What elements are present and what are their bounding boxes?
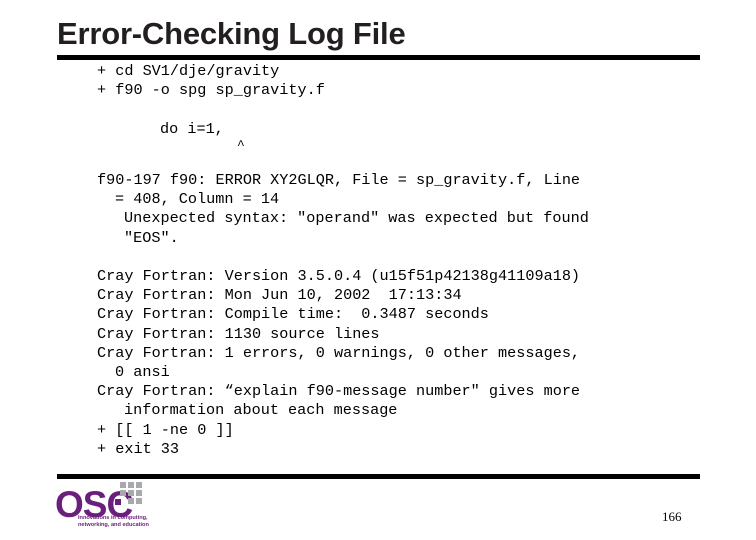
log-line: Cray Fortran: Compile time: 0.3487 secon… — [97, 305, 489, 324]
log-blank-line — [97, 100, 707, 119]
log-line: Cray Fortran: 1130 source lines — [97, 324, 380, 343]
log-line: 0 ansi — [115, 363, 170, 381]
log-line: "EOS". — [124, 228, 179, 247]
log-line: + f90 -o spg sp_gravity.f — [97, 81, 325, 100]
log-blank-line — [97, 152, 707, 171]
log-line: = 408, Column = 14 — [115, 190, 280, 209]
title-divider-rule — [57, 55, 700, 60]
log-line: + [[ 1 -ne 0 ]] — [97, 420, 234, 439]
log-line: Cray Fortran: Version 3.5.0.4 (u15f51p42… — [97, 266, 581, 285]
footer-divider-rule — [57, 474, 700, 479]
error-caret-marker: ^ — [237, 137, 245, 153]
page-title: Error-Checking Log File — [57, 16, 406, 51]
log-line: Cray Fortran: Mon Jun 10, 2002 17:13:34 — [97, 286, 462, 305]
log-line: + cd SV1/dje/gravity — [97, 62, 280, 80]
osc-logo: OSC Innovations in computing, networking… — [55, 482, 215, 534]
log-line: Cray Fortran: “explain f90-message numbe… — [97, 382, 581, 401]
log-line: Cray Fortran: 1 errors, 0 warnings, 0 ot… — [97, 343, 581, 362]
log-output-body: + cd SV1/dje/gravity + f90 -o spg sp_grav… — [97, 62, 707, 459]
log-line: Unexpected syntax: "operand" was expecte… — [124, 209, 589, 228]
pixel-grid-icon — [115, 482, 152, 508]
slide: Error-Checking Log File + cd SV1/dje/gra… — [0, 0, 756, 540]
log-line: do i=1, — [160, 119, 224, 138]
page-number: 166 — [662, 509, 682, 524]
osc-tagline-line-1: Innovations in computing, — [78, 515, 148, 521]
log-line: information about each message — [124, 401, 398, 420]
osc-tagline-line-2: networking, and education — [78, 521, 149, 528]
log-line: f90-197 f90: ERROR XY2GLQR, File = sp_gr… — [97, 170, 581, 189]
log-line: + exit 33 — [97, 439, 180, 458]
osc-tagline: Innovations in computing, networking, an… — [78, 515, 208, 528]
log-blank-line — [97, 248, 707, 267]
